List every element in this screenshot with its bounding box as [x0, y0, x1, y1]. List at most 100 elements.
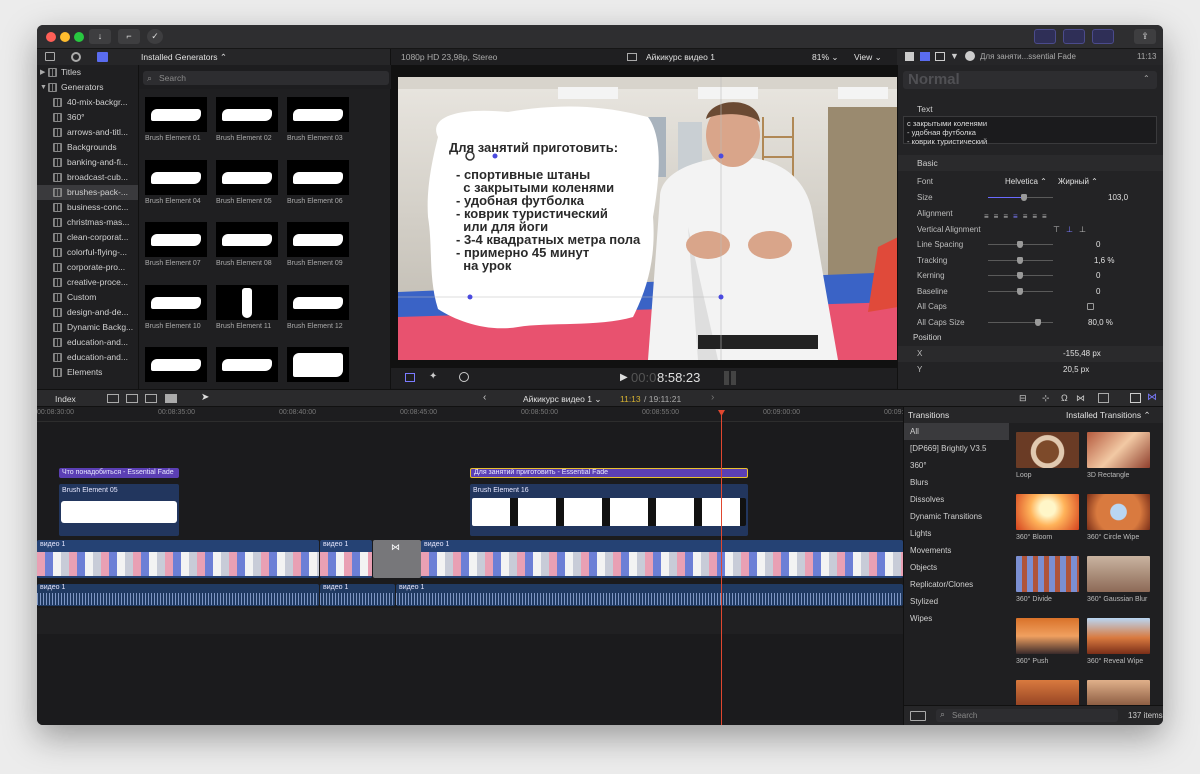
- show-browser-icon[interactable]: [1034, 29, 1056, 44]
- generator-item[interactable]: Brush Element 02: [216, 97, 282, 142]
- sidebar-item[interactable]: christmas-mas...: [37, 215, 138, 230]
- generator-item[interactable]: Brush Element 12: [287, 284, 353, 330]
- timeline-project-dropdown[interactable]: Айкикурс видео 1 ⌄: [523, 394, 601, 405]
- sidebar-item[interactable]: education-and...: [37, 335, 138, 350]
- transform-icon[interactable]: [405, 373, 415, 382]
- baseline-value[interactable]: 0: [1096, 284, 1100, 300]
- all-caps-checkbox[interactable]: [1087, 303, 1094, 310]
- basic-section[interactable]: Basic: [898, 155, 1163, 171]
- audio-clip-1[interactable]: видео 1: [37, 584, 319, 606]
- select-tool-icon[interactable]: ➤: [201, 392, 209, 403]
- filter-icon[interactable]: ▼: [950, 51, 959, 61]
- line-spacing-value[interactable]: 0: [1096, 237, 1100, 253]
- view-dropdown[interactable]: View ⌄: [854, 49, 882, 65]
- snapping-icon[interactable]: ⋈: [1076, 393, 1085, 404]
- sidebar-item[interactable]: Backgrounds: [37, 140, 138, 155]
- sidebar-item[interactable]: design-and-de...: [37, 305, 138, 320]
- slider-knob[interactable]: [1017, 272, 1023, 279]
- title-clip-2[interactable]: Для занятий приготовить - Essential Fade: [470, 468, 748, 478]
- index-button[interactable]: Index: [55, 394, 76, 404]
- sidebar-item[interactable]: 40-mix-backgr...: [37, 95, 138, 110]
- transition-category-item[interactable]: 360°: [904, 457, 1009, 474]
- title-clip-1[interactable]: Что понадобиться - Essential Fade: [59, 468, 179, 478]
- sidebar-item[interactable]: Elements: [37, 365, 138, 380]
- text-style-dropdown[interactable]: Normal ⌃: [903, 71, 1157, 89]
- title-inspector-icon[interactable]: [920, 52, 930, 61]
- sidebar-item[interactable]: brushes-pack-...: [37, 185, 138, 200]
- transition-category-item[interactable]: Dissolves: [904, 491, 1009, 508]
- skimming-icon[interactable]: ⊹: [1042, 393, 1050, 404]
- video-scope-icon[interactable]: ⊟: [1019, 393, 1027, 404]
- generator-item[interactable]: Brush Element 03: [287, 97, 353, 142]
- slider-knob[interactable]: [1017, 257, 1023, 264]
- transition-category-item[interactable]: Wipes: [904, 610, 1009, 627]
- transition-item[interactable]: 360° Gaussian Blur: [1087, 556, 1157, 604]
- transition-category-item[interactable]: Movements: [904, 542, 1009, 559]
- sidebar-item[interactable]: clean-corporat...: [37, 230, 138, 245]
- generator-item[interactable]: [216, 347, 282, 385]
- generator-item[interactable]: Brush Element 07: [145, 222, 211, 267]
- transition-category-item[interactable]: Dynamic Transitions: [904, 508, 1009, 525]
- installed-transitions-dropdown[interactable]: Installed Transitions ⌃: [1066, 410, 1151, 421]
- music-photos-icon[interactable]: [71, 52, 81, 62]
- transition-category-item[interactable]: Lights: [904, 525, 1009, 542]
- keyword-key-icon[interactable]: ⌐: [118, 29, 140, 44]
- generator-item[interactable]: Brush Element 04: [145, 159, 211, 205]
- transition-category-item[interactable]: Stylized: [904, 593, 1009, 610]
- font-dropdown[interactable]: Helvetica ⌃: [1005, 174, 1047, 190]
- media-clapper-icon[interactable]: [45, 52, 55, 61]
- tracking-value[interactable]: 1,6 %: [1094, 253, 1114, 269]
- sidebar-item[interactable]: creative-proce...: [37, 275, 138, 290]
- sidebar-item[interactable]: Custom: [37, 290, 138, 305]
- transition-category-item[interactable]: Replicator/Clones: [904, 576, 1009, 593]
- y-value[interactable]: 20,5 px: [1063, 362, 1089, 378]
- sidebar-item[interactable]: ▼ Generators: [37, 80, 138, 95]
- transition-item[interactable]: 3D Rectangle: [1087, 432, 1157, 480]
- close-window-button[interactable]: [46, 32, 56, 42]
- sidebar-item[interactable]: colorful-flying-...: [37, 245, 138, 260]
- sidebar-item[interactable]: arrows-and-titl...: [37, 125, 138, 140]
- disclosure-down-icon[interactable]: ▼: [40, 80, 47, 95]
- generator-clip-1[interactable]: Brush Element 05: [59, 484, 179, 536]
- slider-knob[interactable]: [1017, 241, 1023, 248]
- valign-buttons[interactable]: ⊤⊥⊥: [1053, 222, 1092, 238]
- generator-item[interactable]: Brush Element 01: [145, 97, 211, 142]
- disclosure-right-icon[interactable]: ▶: [40, 65, 45, 80]
- transitions-search-input[interactable]: ⌕ Search: [936, 709, 1118, 722]
- sidebar-item[interactable]: broadcast-cub...: [37, 170, 138, 185]
- all-caps-size-value[interactable]: 80,0 %: [1088, 315, 1113, 331]
- x-value[interactable]: -155,48 px: [1063, 346, 1101, 362]
- sidebar-item[interactable]: education-and...: [37, 350, 138, 365]
- transition-item[interactable]: [1087, 680, 1157, 705]
- generator-item[interactable]: Brush Element 06: [287, 159, 353, 205]
- sidebar-item[interactable]: 360°: [37, 110, 138, 125]
- text-inspector-icon[interactable]: [905, 52, 914, 61]
- generators-dropdown[interactable]: Installed Generators ⌃: [141, 52, 227, 63]
- video-clip-3[interactable]: видео 1: [421, 540, 903, 578]
- sidebar-item[interactable]: banking-and-fi...: [37, 155, 138, 170]
- playhead[interactable]: [721, 411, 722, 725]
- size-slider-knob[interactable]: [1020, 194, 1027, 201]
- generator-item[interactable]: Brush Element 10: [145, 284, 211, 330]
- generator-item[interactable]: Brush Element 11: [216, 284, 282, 330]
- headphones-icon[interactable]: Ω: [1061, 393, 1068, 403]
- speed-dial-icon[interactable]: [459, 372, 469, 382]
- back-arrow-icon[interactable]: ‹: [483, 392, 486, 403]
- enhance-wand-icon[interactable]: ✦: [429, 371, 437, 382]
- sidebar-item[interactable]: Dynamic Backg...: [37, 320, 138, 335]
- generator-item[interactable]: [287, 347, 353, 385]
- timeline-ruler[interactable]: 00:08:30:00 00:08:35:00 00:08:40:00 00:08:4…: [37, 407, 921, 422]
- generator-item[interactable]: Brush Element 08: [216, 222, 282, 267]
- slider-knob[interactable]: [1017, 288, 1023, 295]
- overwrite-clip-icon[interactable]: [165, 394, 177, 403]
- all-caps-size-slider[interactable]: [988, 322, 1053, 323]
- generator-clip-2[interactable]: Brush Element 16: [470, 484, 748, 536]
- show-inspector-icon[interactable]: [1092, 29, 1114, 44]
- transition-item[interactable]: 360° Divide: [1016, 556, 1086, 604]
- transition-category-item[interactable]: [DP669] Brightly V3.5: [904, 440, 1009, 457]
- video-inspector-icon[interactable]: [935, 52, 945, 61]
- zoom-dropdown[interactable]: 81% ⌄: [812, 49, 839, 65]
- sidebar-item[interactable]: ▶ Titles: [37, 65, 138, 80]
- share-icon[interactable]: ⇪: [1134, 29, 1156, 44]
- transition-category-item[interactable]: Blurs: [904, 474, 1009, 491]
